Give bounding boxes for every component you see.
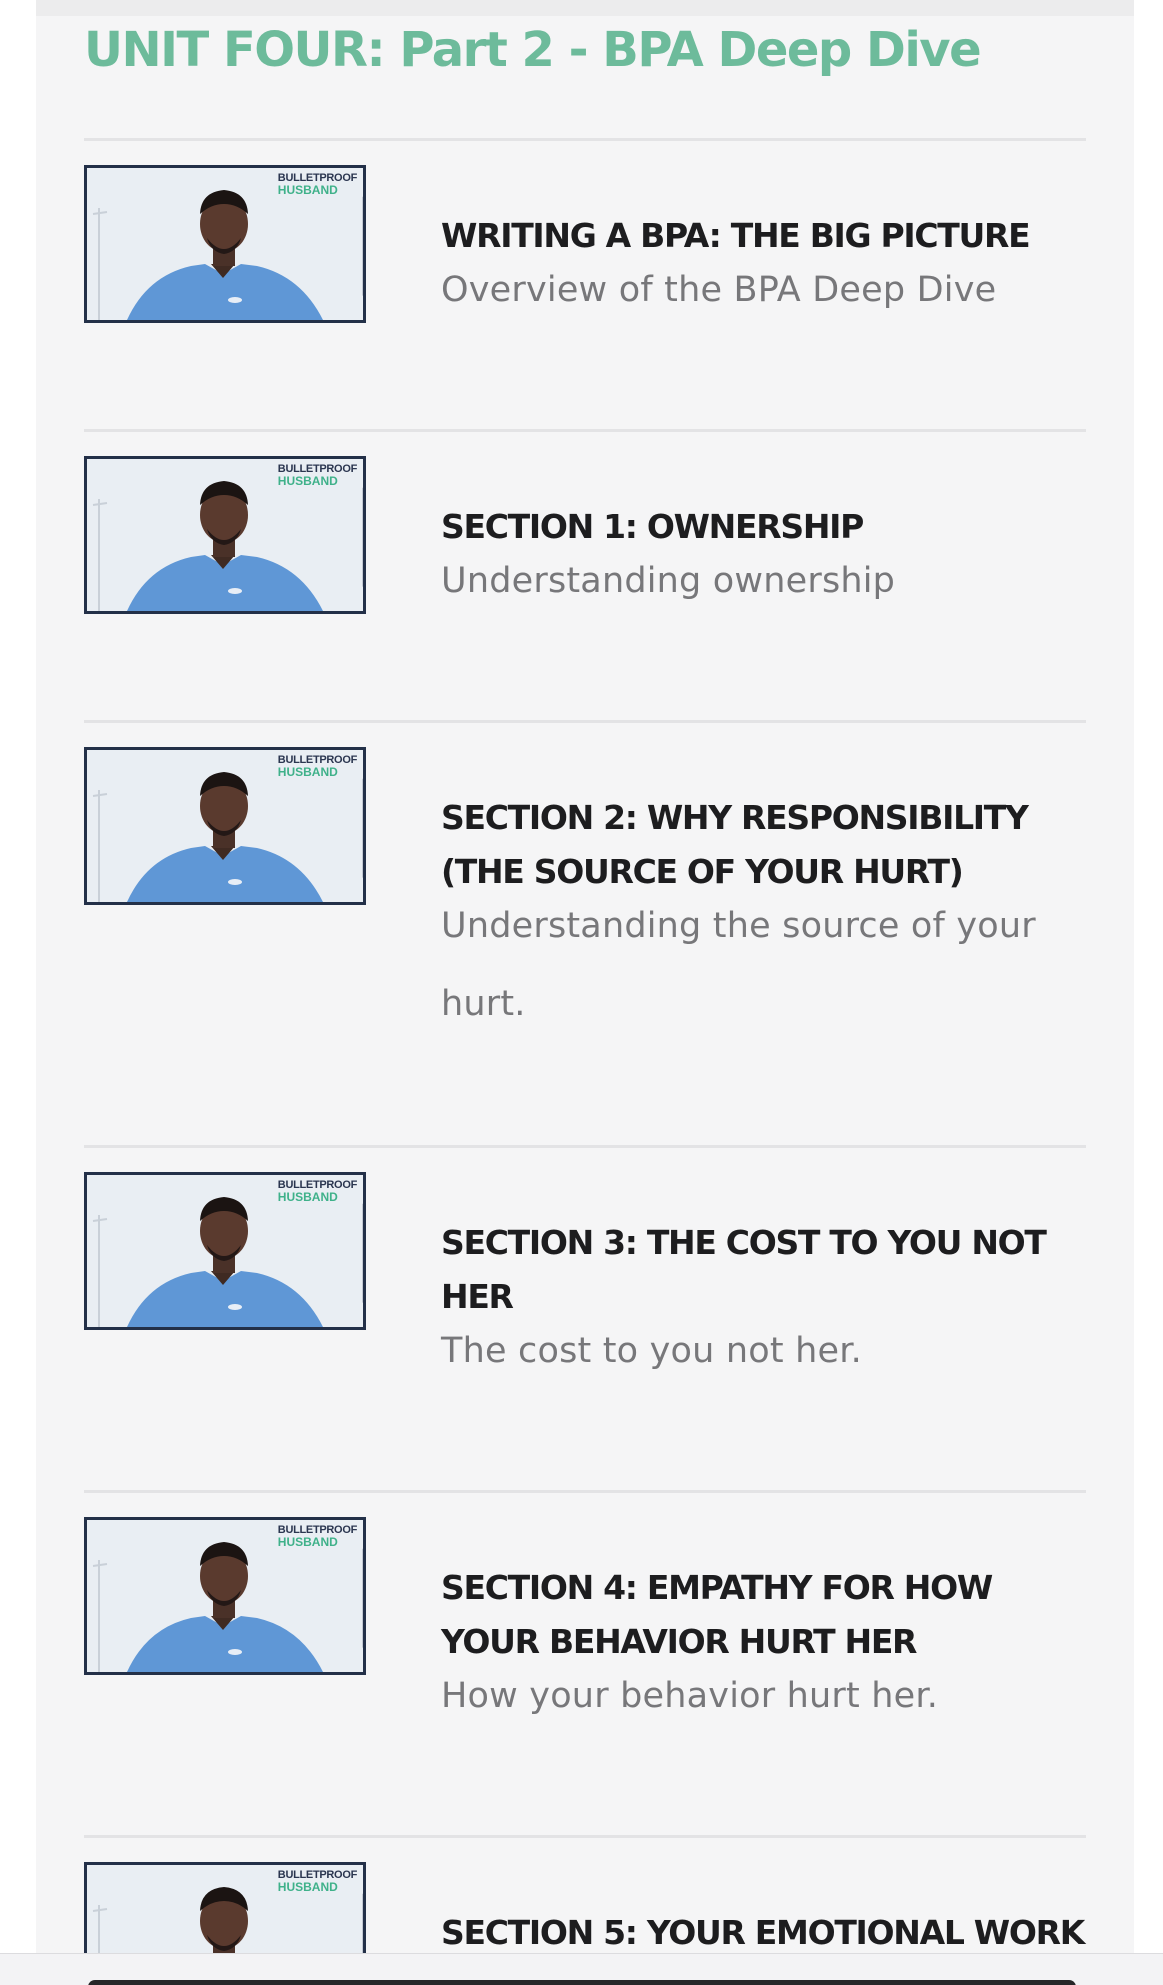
shield-icon: [362, 1203, 363, 1303]
brand-logo: BULLETPROOF HUSBAND: [278, 1869, 363, 1985]
brand-logo: BULLETPROOF HUSBAND: [278, 1524, 363, 1648]
brand-logo: BULLETPROOF HUSBAND: [278, 754, 363, 878]
brand-logo: BULLETPROOF HUSBAND: [278, 172, 363, 296]
lesson-subtitle: Understanding ownership: [441, 561, 896, 601]
lesson-title[interactable]: SECTION 2: WHY RESPONSIBILITY (THE SOURC…: [441, 791, 1081, 899]
shield-icon: [362, 1548, 363, 1648]
shield-icon: [362, 778, 363, 878]
lesson-subtitle: Understanding the source of your hurt.: [441, 906, 1036, 1024]
lesson-item-responsibility[interactable]: BULLETPROOF HUSBAND SECTION 2: WHY RESPO…: [84, 720, 1086, 1147]
lesson-thumbnail[interactable]: BULLETPROOF HUSBAND: [84, 1517, 366, 1675]
home-indicator[interactable]: [88, 1980, 1076, 1985]
lesson-panel: UNIT FOUR: Part 2 - BPA Deep Dive BULLET…: [36, 0, 1134, 1985]
lesson-title[interactable]: SECTION 5: YOUR EMOTIONAL WORK: [441, 1906, 1141, 1960]
unit-title: UNIT FOUR: Part 2 - BPA Deep Dive: [84, 22, 982, 78]
lesson-title[interactable]: SECTION 4: EMPATHY FOR HOW YOUR BEHAVIOR…: [441, 1561, 1081, 1669]
lesson-item-big-picture[interactable]: BULLETPROOF HUSBAND WRITING A BPA: THE B…: [84, 138, 1086, 431]
lesson-thumbnail[interactable]: BULLETPROOF HUSBAND: [84, 165, 366, 323]
shield-icon: [362, 487, 363, 587]
brand-logo: BULLETPROOF HUSBAND: [278, 463, 363, 587]
lesson-thumbnail[interactable]: BULLETPROOF HUSBAND: [84, 747, 366, 905]
lesson-title[interactable]: SECTION 3: THE COST TO YOU NOT HER: [441, 1216, 1081, 1324]
lesson-item-ownership[interactable]: BULLETPROOF HUSBAND SECTION 1: OWNERSHIP…: [84, 429, 1086, 722]
bottom-bar: [0, 1953, 1163, 1985]
lesson-thumbnail[interactable]: BULLETPROOF HUSBAND: [84, 1172, 366, 1330]
page: UNIT FOUR: Part 2 - BPA Deep Dive BULLET…: [0, 0, 1163, 1985]
lesson-thumbnail[interactable]: BULLETPROOF HUSBAND: [84, 456, 366, 614]
shield-icon: [362, 196, 363, 296]
brand-logo: BULLETPROOF HUSBAND: [278, 1179, 363, 1303]
panel-top-strip: [36, 0, 1134, 16]
lesson-subtitle: How your behavior hurt her.: [441, 1676, 939, 1716]
lesson-item-empathy[interactable]: BULLETPROOF HUSBAND SECTION 4: EMPATHY F…: [84, 1490, 1086, 1837]
lesson-item-cost[interactable]: BULLETPROOF HUSBAND SECTION 3: THE COST …: [84, 1145, 1086, 1492]
lesson-subtitle: The cost to you not her.: [441, 1331, 862, 1371]
lesson-subtitle: Overview of the BPA Deep Dive: [441, 270, 997, 310]
